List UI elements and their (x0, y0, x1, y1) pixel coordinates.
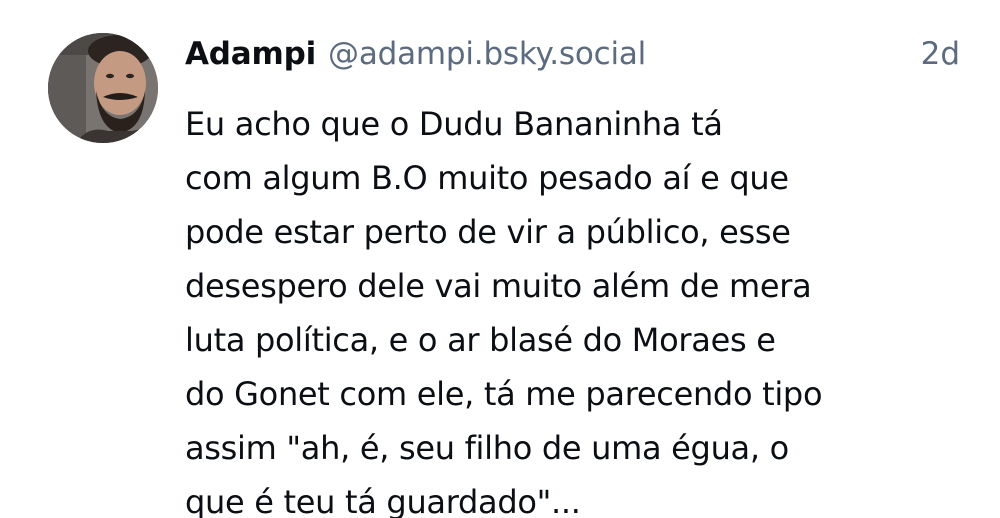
post-header: Adampi @adampi.bsky.social 2d (185, 36, 960, 84)
author-display-name[interactable]: Adampi (185, 36, 316, 72)
avatar[interactable] (48, 33, 158, 143)
post-text-line: luta política, e o ar blasé do Moraes e (185, 321, 776, 359)
post-text-line: que é teu tá guardado"... (185, 483, 581, 518)
post-text-line: pode estar perto de vir a público, esse (185, 213, 791, 251)
post-timestamp[interactable]: 2d (921, 36, 960, 72)
post-text: Eu acho que o Dudu Bananinha tá com algu… (185, 97, 975, 518)
post-text-line: assim "ah, é, seu filho de uma égua, o (185, 429, 789, 467)
post-text-line: do Gonet com ele, tá me parecendo tipo (185, 375, 823, 413)
user-avatar-photo-icon (48, 33, 158, 143)
post-text-line: desespero dele vai muito além de mera (185, 267, 812, 305)
post-text-line: Eu acho que o Dudu Bananinha tá (185, 105, 723, 143)
post-card[interactable]: Adampi @adampi.bsky.social 2d Eu acho qu… (0, 0, 1000, 518)
author-handle[interactable]: @adampi.bsky.social (328, 36, 646, 72)
post-text-line: com algum B.O muito pesado aí e que (185, 159, 789, 197)
